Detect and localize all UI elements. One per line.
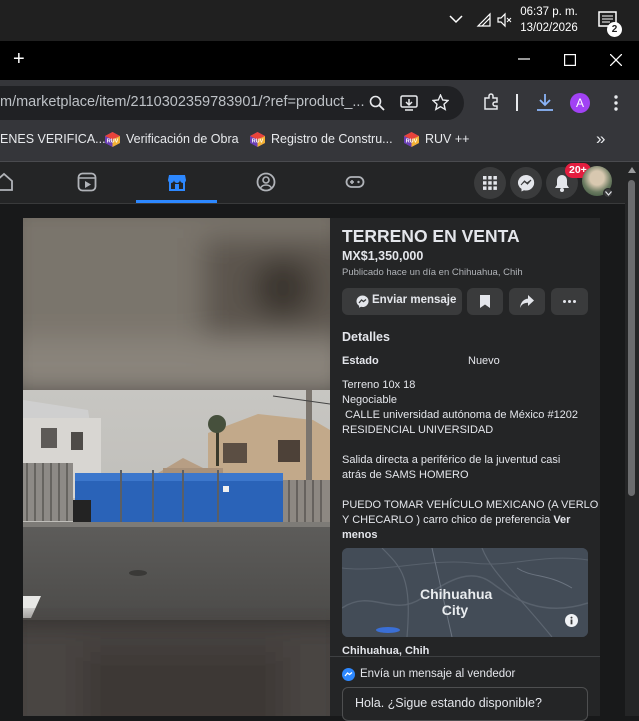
bookmark-item[interactable]: ENES VERIFICA... — [0, 132, 106, 146]
minimize-icon[interactable] — [518, 58, 530, 60]
close-icon[interactable] — [610, 54, 622, 66]
watch-video-icon[interactable] — [77, 172, 97, 192]
bookmark-icon — [480, 295, 490, 308]
description-line: Salida directa a periférico de la juvent… — [342, 454, 561, 466]
more-options-button[interactable] — [551, 288, 588, 315]
description-line: CALLE universidad autónoma de México #12… — [342, 409, 579, 421]
clock-date: 13/02/2026 — [520, 22, 578, 34]
bookmark-item[interactable]: Verificación de Obra — [126, 132, 239, 146]
description-line-with-toggle: Y CHECARLO ) carro chico de preferencia … — [342, 513, 570, 528]
description-line: RESIDENCIAL UNIVERSIDAD — [342, 424, 494, 436]
share-arrow-icon — [520, 295, 534, 308]
gaming-icon[interactable] — [345, 172, 365, 192]
home-icon[interactable] — [0, 172, 14, 192]
windows-taskbar: 06:37 p. m. 13/02/2026 2 — [0, 0, 639, 41]
message-input-value[interactable]: Hola. ¿Sigue estando disponible? — [355, 696, 542, 710]
toolbar-divider — [516, 94, 518, 111]
send-message-label: Enviar mensaje — [372, 294, 457, 306]
chevron-down-icon — [605, 191, 612, 196]
profile-avatar[interactable]: A — [570, 93, 590, 113]
condition-label: Estado — [342, 355, 379, 367]
description-line: Y CHECARLO ) carro chico de preferencia — [342, 514, 554, 526]
active-tab-indicator — [136, 200, 217, 203]
messenger-button[interactable] — [510, 167, 542, 199]
chevron-up-icon[interactable] — [449, 14, 463, 24]
svg-text:RUV: RUV — [406, 139, 418, 145]
volume-muted-icon[interactable] — [496, 12, 512, 28]
seller-message-prompt: Envía un mensaje al vendedor — [360, 668, 516, 680]
save-button[interactable] — [467, 288, 503, 315]
grid-menu-icon — [483, 176, 497, 190]
messenger-icon — [356, 295, 369, 308]
listing-title: TERRENO EN VENTA — [342, 226, 520, 246]
menu-button[interactable] — [474, 167, 506, 199]
bookmarks-overflow-button[interactable]: » — [596, 129, 605, 149]
see-less-link[interactable]: menos — [342, 528, 377, 543]
account-menu-chevron[interactable] — [603, 188, 613, 198]
messenger-icon — [517, 174, 535, 192]
description-line: Terreno 10x 18 — [342, 379, 416, 391]
listing-photo-image — [23, 218, 330, 716]
maximize-icon[interactable] — [564, 54, 576, 66]
description-line: atrás de SAMS HOMERO — [342, 469, 469, 481]
new-tab-button[interactable]: + — [13, 49, 25, 69]
map-city-line: City — [441, 602, 469, 618]
description-line: PUEDO TOMAR VEHÍCULO MEXICANO (A VERLO — [342, 499, 599, 511]
see-less-link[interactable]: Ver — [553, 514, 570, 526]
kebab-menu-icon[interactable] — [614, 95, 618, 111]
details-heading: Detalles — [342, 330, 390, 344]
share-button[interactable] — [509, 288, 545, 315]
scrollbar-thumb[interactable] — [628, 180, 635, 496]
bookmark-item[interactable]: RUV ++ — [425, 132, 469, 146]
wifi-icon[interactable] — [476, 12, 492, 28]
clock-time: 06:37 p. m. — [520, 6, 578, 18]
svg-text:RUV: RUV — [252, 139, 264, 145]
scroll-up-arrow-icon[interactable] — [627, 165, 637, 175]
svg-text:RUV: RUV — [107, 139, 119, 145]
info-icon[interactable] — [565, 614, 578, 627]
listing-price: MX$1,350,000 — [342, 249, 424, 263]
ruv-logo-icon: RUV — [105, 132, 120, 147]
star-bookmark-icon[interactable] — [432, 94, 449, 111]
notification-count-badge: 2 — [607, 22, 622, 37]
listing-posted-info[interactable]: Publicado hace un día en Chihuahua, Chih — [342, 267, 523, 278]
browser-tab-strip: + — [0, 41, 639, 120]
extensions-icon[interactable] — [482, 93, 500, 111]
description-line: Negociable — [342, 394, 398, 406]
more-dots-icon — [563, 300, 576, 303]
listing-photo[interactable] — [23, 218, 330, 716]
ruv-logo-icon: RUV — [250, 132, 265, 147]
ruv-logo-icon: RUV — [404, 132, 419, 147]
section-divider — [330, 656, 600, 657]
url-text[interactable]: m/marketplace/item/2110302359783901/?ref… — [0, 94, 364, 110]
download-icon[interactable] — [536, 93, 554, 112]
messenger-icon — [342, 668, 355, 681]
condition-value: Nuevo — [468, 355, 500, 367]
map-city-label: Chihuahua City — [420, 586, 493, 618]
system-clock[interactable]: 06:37 p. m. 13/02/2026 — [514, 4, 584, 36]
zoom-icon[interactable] — [369, 95, 385, 111]
install-app-icon[interactable] — [400, 94, 418, 111]
bookmark-item[interactable]: Registro de Constru... — [271, 132, 393, 146]
map-city-line: Chihuahua — [420, 586, 493, 602]
marketplace-icon[interactable] — [167, 172, 187, 192]
groups-icon[interactable] — [256, 172, 276, 192]
